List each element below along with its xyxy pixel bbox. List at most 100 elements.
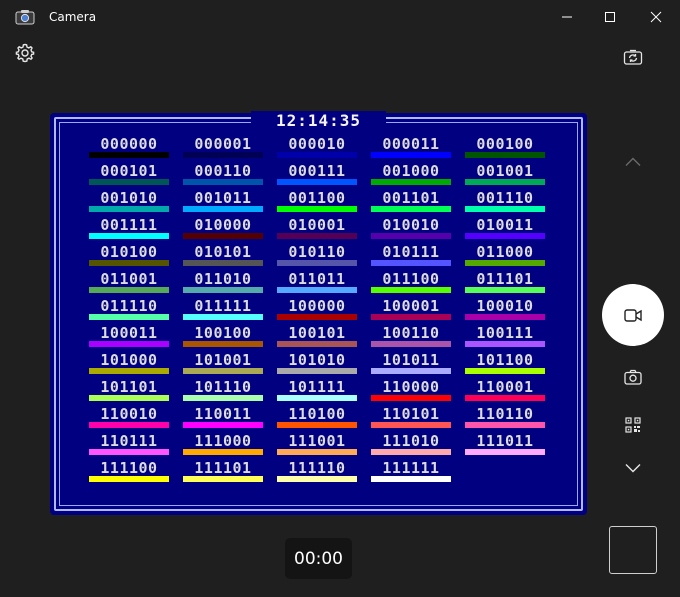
color-swatch [89,368,169,374]
color-cell: 101000 [88,353,170,375]
color-swatch [183,395,263,401]
color-cell: 010101 [182,245,264,267]
color-code-label: 010000 [194,216,252,234]
photo-mode-button[interactable] [621,365,645,389]
color-code-label: 110010 [100,405,158,423]
color-code-label: 111011 [476,432,534,450]
color-code-label: 111100 [100,459,158,477]
gear-icon[interactable] [14,42,36,64]
color-code-label: 010111 [382,243,440,261]
color-swatch [277,314,357,320]
color-code-label: 011110 [100,297,158,315]
color-cell: 111011 [464,434,546,456]
color-code-label: 111010 [382,432,440,450]
color-cell: 110111 [88,434,170,456]
close-icon [650,11,662,23]
maximize-button[interactable] [587,0,633,34]
color-code-label: 111110 [288,459,346,477]
maximize-icon [605,12,615,22]
color-cell: 110001 [464,380,546,402]
color-cell: 000010 [276,137,358,159]
color-code-label: 010101 [194,243,252,261]
chevron-down-icon [625,464,641,473]
color-cell: 110110 [464,407,546,429]
color-code-label: 001000 [382,162,440,180]
color-code-label: 110101 [382,405,440,423]
color-swatch [465,449,545,455]
color-cell: 010100 [88,245,170,267]
color-cell: 111000 [182,434,264,456]
color-code-label: 010001 [288,216,346,234]
color-code-label: 010110 [288,243,346,261]
color-code-label: 011010 [194,270,252,288]
color-code-label: 011100 [382,270,440,288]
color-code-label: 101001 [194,351,252,369]
color-swatch [89,233,169,239]
color-swatch [371,341,451,347]
qr-scan-button[interactable] [621,413,645,437]
color-cell: 000101 [88,164,170,186]
color-cell: 100110 [370,326,452,348]
title-bar: Camera [0,0,680,34]
color-cell: 100000 [276,299,358,321]
color-swatch [277,206,357,212]
scroll-up-button[interactable] [621,150,645,174]
video-mode-button[interactable] [602,284,664,346]
color-swatch [465,287,545,293]
color-swatch [183,449,263,455]
color-code-label: 000011 [382,135,440,153]
color-cell: 100101 [276,326,358,348]
color-code-label: 001011 [194,189,252,207]
color-code-label: 110110 [476,405,534,423]
recording-timer: 00:00 [285,538,352,579]
color-code-label: 000101 [100,162,158,180]
color-cell: 000000 [88,137,170,159]
color-swatch [89,341,169,347]
color-code-label: 001111 [100,216,158,234]
minimize-button[interactable] [544,0,590,34]
color-code-label: 111001 [288,432,346,450]
color-cell: 111100 [88,461,170,483]
color-swatch [277,395,357,401]
color-code-label: 100110 [382,324,440,342]
color-code-label: 000111 [288,162,346,180]
color-cell: 110101 [370,407,452,429]
color-swatch [371,260,451,266]
color-cell: 111001 [276,434,358,456]
color-swatch [277,449,357,455]
color-swatch [371,206,451,212]
color-swatch [371,422,451,428]
color-cell: 000100 [464,137,546,159]
color-swatch [465,341,545,347]
color-swatch [277,260,357,266]
color-swatch [371,233,451,239]
color-cell: 011001 [88,272,170,294]
close-button[interactable] [633,0,679,34]
color-swatch [183,260,263,266]
color-swatch [371,152,451,158]
window-title: Camera [49,10,97,24]
camera-preview: 12:14:35 000000 000001 000010 000011 000100 0… [50,111,587,515]
video-camera-icon [624,308,642,322]
color-swatch [277,152,357,158]
color-swatch [183,314,263,320]
color-swatch [465,395,545,401]
scroll-down-button[interactable] [621,456,645,480]
color-cell: 001001 [464,164,546,186]
minimize-icon [562,16,572,18]
color-swatch [89,206,169,212]
color-cell: 101111 [276,380,358,402]
color-code-label: 111101 [194,459,252,477]
color-cell: 010000 [182,218,264,240]
color-swatch [89,260,169,266]
color-swatch [465,152,545,158]
switch-camera-button[interactable] [621,45,645,69]
last-capture-thumbnail[interactable] [609,526,657,574]
color-code-label: 011111 [194,297,252,315]
color-cell: 111101 [182,461,264,483]
color-swatch [89,179,169,185]
color-code-label: 010011 [476,216,534,234]
color-code-label: 011101 [476,270,534,288]
color-cell: 101101 [88,380,170,402]
color-cell: 000001 [182,137,264,159]
